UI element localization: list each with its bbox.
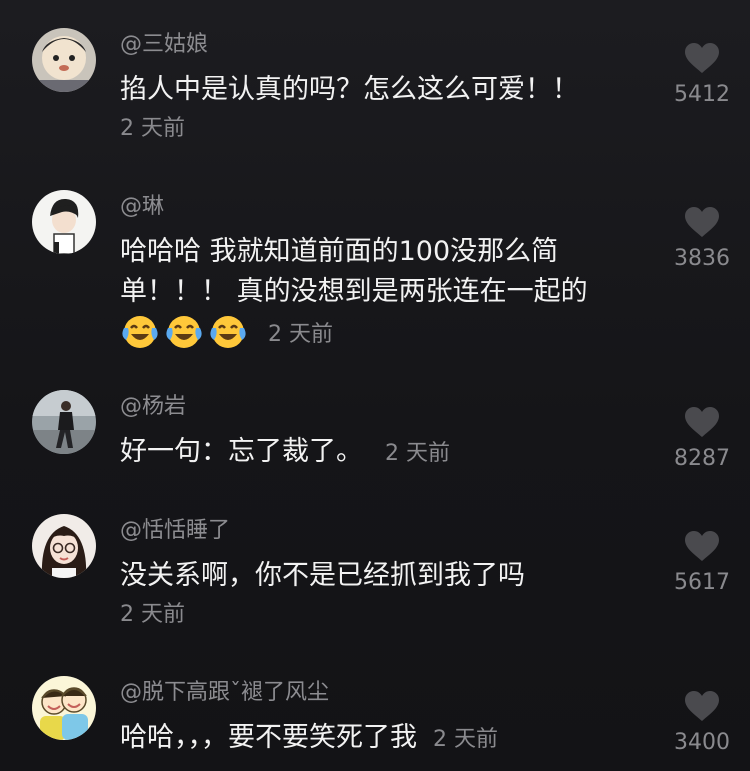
- like-count: 3400: [674, 730, 730, 755]
- avatar[interactable]: [32, 28, 96, 92]
- comment-text-content: 哈哈，，，要不要笑死了我: [120, 722, 417, 753]
- laughing-crying-emoji: [210, 316, 246, 348]
- comment-username[interactable]: @脱下高跟ˇ褪了风尘: [120, 680, 660, 706]
- like-count: 5617: [674, 570, 730, 595]
- heart-icon: [685, 207, 719, 237]
- like-count: 5412: [674, 82, 730, 107]
- emoji-row: 2 天前: [120, 312, 660, 352]
- comment-username[interactable]: @琳: [120, 194, 660, 220]
- like-count: 8287: [674, 446, 730, 471]
- comment-text-content: 好一句：忘了裁了。: [120, 436, 363, 467]
- comment-text-line2: 单！！！ 真的没想到是两张连在一起的: [120, 276, 588, 307]
- comment-text: 掐人中是认真的吗？怎么这么可爱！！: [120, 74, 579, 105]
- comment-list: @三姑娘 掐人中是认真的吗？怎么这么可爱！！ 2 天前 5412 @琳 哈哈哈: [0, 0, 750, 771]
- comment-username[interactable]: @三姑娘: [120, 32, 660, 58]
- comment-time: 2 天前: [433, 727, 498, 752]
- like-count: 3836: [674, 246, 730, 271]
- comment-text: 没关系啊，你不是已经抓到我了吗: [120, 560, 525, 591]
- heart-icon: [685, 407, 719, 437]
- like-button[interactable]: 5412: [670, 42, 734, 108]
- avatar[interactable]: [32, 190, 96, 254]
- comment-username[interactable]: @杨岩: [120, 394, 660, 420]
- like-button[interactable]: 3836: [670, 206, 734, 272]
- comment-text-line1: 哈哈哈 我就知道前面的100没那么简: [120, 236, 559, 267]
- comment-time: 2 天前: [120, 116, 185, 141]
- like-button[interactable]: 8287: [670, 406, 734, 472]
- comment-time: 2 天前: [120, 602, 185, 627]
- like-button[interactable]: 3400: [670, 690, 734, 756]
- comment-text: 好一句：忘了裁了。 2 天前: [120, 432, 660, 474]
- heart-icon: [685, 531, 719, 561]
- heart-icon: [685, 43, 719, 73]
- comment-time: 2 天前: [268, 322, 333, 347]
- laughing-crying-emoji: [166, 316, 202, 348]
- comment-time: 2 天前: [385, 441, 450, 466]
- comment-username[interactable]: @恬恬睡了: [120, 518, 660, 544]
- heart-icon: [685, 691, 719, 721]
- avatar[interactable]: [32, 676, 96, 740]
- laughing-crying-emoji: [122, 316, 158, 348]
- avatar[interactable]: [32, 514, 96, 578]
- like-button[interactable]: 5617: [670, 530, 734, 596]
- avatar[interactable]: [32, 390, 96, 454]
- comment-text: 哈哈，，，要不要笑死了我 2 天前: [120, 718, 660, 760]
